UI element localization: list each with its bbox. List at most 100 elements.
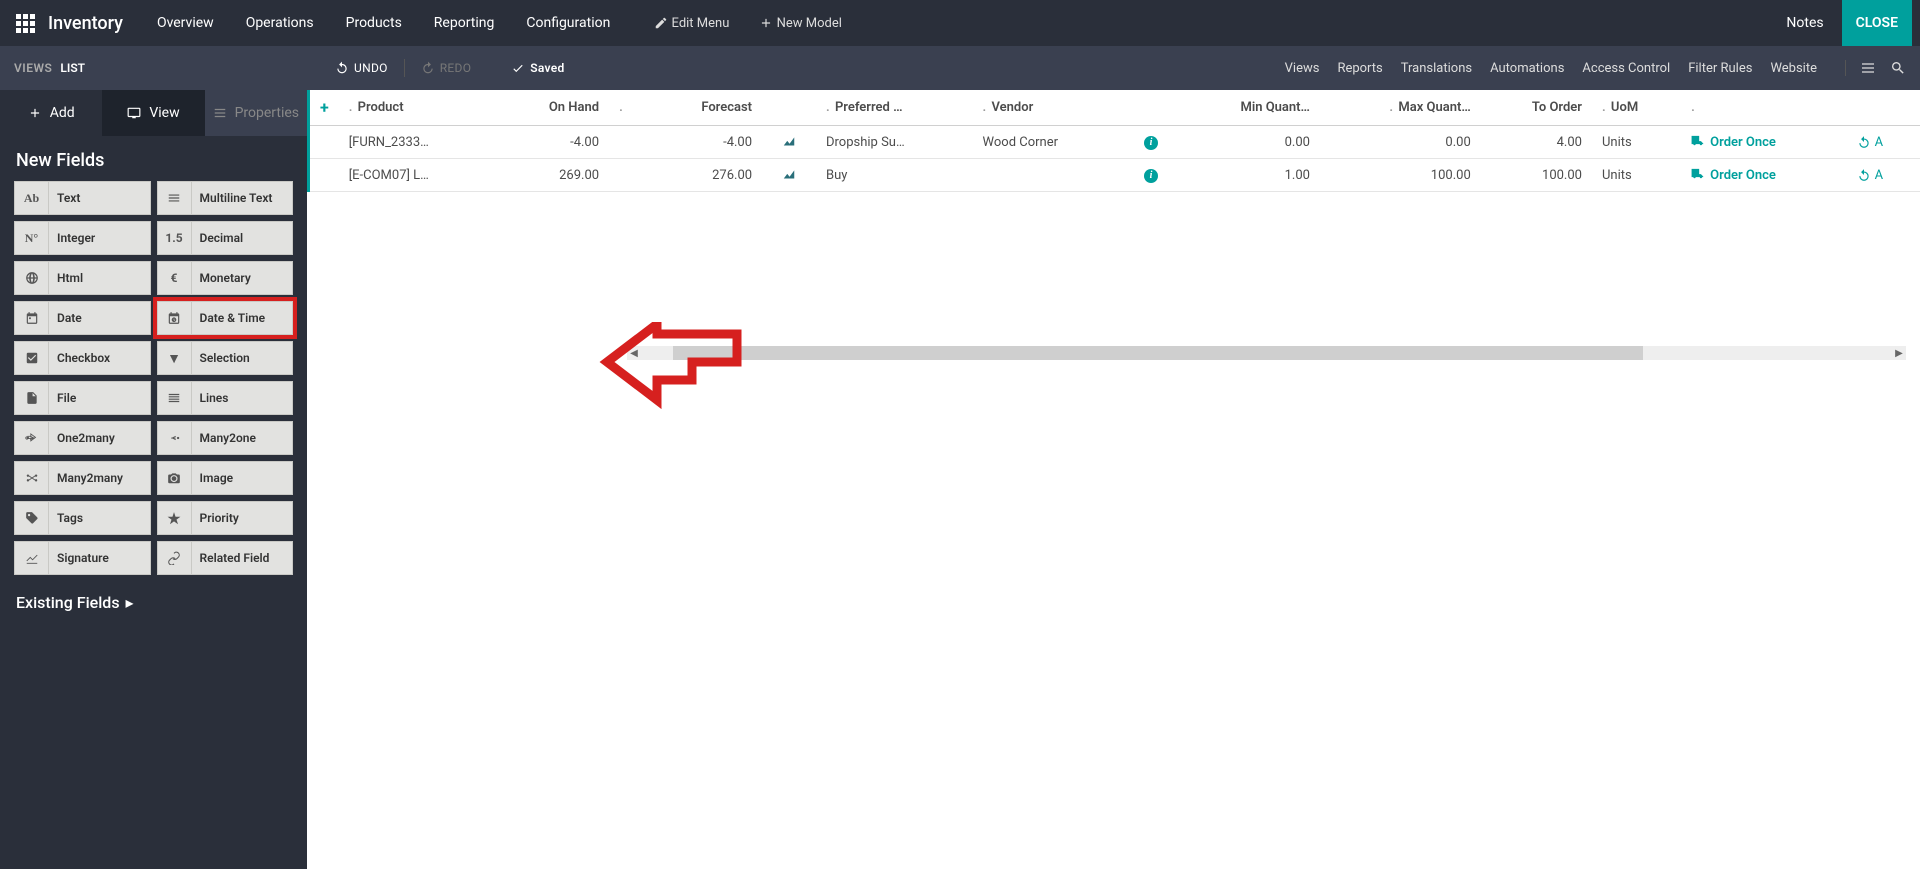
tab-filter-rules[interactable]: Filter Rules	[1688, 61, 1752, 76]
col-forecast[interactable]: Forecast	[650, 90, 762, 126]
notes-button[interactable]: Notes	[1768, 0, 1841, 46]
close-button[interactable]: CLOSE	[1842, 0, 1912, 46]
cell-onhand[interactable]: 269.00	[498, 159, 609, 192]
field-type-date-time[interactable]: Date & Time	[157, 301, 294, 335]
redo-button[interactable]: REDO	[411, 55, 482, 81]
field-type-selection[interactable]: ▼Selection	[157, 341, 294, 375]
cell-uom[interactable]: Units	[1592, 159, 1681, 192]
table-row[interactable]: [FURN_2333…-4.00-4.00Dropship Su…Wood Co…	[309, 126, 1920, 159]
tab-views[interactable]: Views	[1285, 61, 1320, 76]
field-type-many2many[interactable]: Many2many	[14, 461, 151, 495]
cell-max[interactable]: 0.00	[1320, 126, 1481, 159]
horizontal-scrollbar[interactable]: ◀ ▶	[627, 346, 1906, 360]
cell-forecast[interactable]: 276.00	[650, 159, 762, 192]
field-type-html[interactable]: Html	[14, 261, 151, 295]
order-once-button[interactable]: Order Once	[1691, 134, 1776, 150]
col-spacer2[interactable]	[762, 90, 816, 126]
cell-product[interactable]: [FURN_2333…	[339, 126, 498, 159]
tab-automations[interactable]: Automations	[1490, 61, 1564, 76]
field-type-related-field[interactable]: Related Field	[157, 541, 294, 575]
new-model-button[interactable]: New Model	[749, 8, 852, 39]
cell-vendor[interactable]: Wood Corner	[973, 126, 1124, 159]
forecast-chart-icon[interactable]	[782, 168, 796, 183]
existing-fields-toggle[interactable]: Existing Fields▸	[0, 575, 307, 630]
refresh-icon[interactable]: A	[1857, 135, 1883, 150]
forecast-chart-icon[interactable]	[782, 135, 796, 150]
cell-vendor[interactable]	[973, 159, 1124, 192]
col-maxqty[interactable]: . Max Quant…	[1320, 90, 1481, 126]
menu-overview[interactable]: Overview	[143, 5, 228, 41]
cell-product[interactable]: [E-COM07] L…	[339, 159, 498, 192]
scrollbar-thumb[interactable]	[673, 346, 1643, 360]
field-type-signature[interactable]: Signature	[14, 541, 151, 575]
field-type-lines[interactable]: Lines	[157, 381, 294, 415]
tab-access-control[interactable]: Access Control	[1582, 61, 1670, 76]
col-spacer1[interactable]: .	[609, 90, 650, 126]
col-onhand[interactable]: On Hand	[498, 90, 609, 126]
edit-menu-button[interactable]: Edit Menu	[644, 8, 739, 39]
refresh-icon[interactable]: A	[1857, 168, 1883, 183]
cell-onhand[interactable]: -4.00	[498, 126, 609, 159]
field-type-icon	[15, 382, 49, 414]
scroll-right-icon[interactable]: ▶	[1892, 346, 1906, 360]
field-type-multiline-text[interactable]: Multiline Text	[157, 181, 294, 215]
field-type-date[interactable]: Date	[14, 301, 151, 335]
col-product[interactable]: . Product	[339, 90, 498, 126]
cell-route[interactable]: Dropship Su…	[816, 126, 973, 159]
field-type-label: Signature	[49, 551, 117, 565]
menu-operations[interactable]: Operations	[232, 5, 328, 41]
views-breadcrumb[interactable]: VIEWS	[14, 61, 52, 75]
pencil-icon	[654, 16, 668, 30]
tab-add[interactable]: Add	[0, 90, 102, 136]
col-toorder[interactable]: To Order	[1481, 90, 1592, 126]
field-type-integer[interactable]: N°Integer	[14, 221, 151, 255]
cell-forecast[interactable]: -4.00	[650, 126, 762, 159]
search-icon[interactable]	[1890, 60, 1906, 76]
cell-min[interactable]: 1.00	[1178, 159, 1320, 192]
list-view-icon[interactable]	[1860, 60, 1876, 76]
field-type-label: One2many	[49, 431, 123, 445]
field-type-one2many[interactable]: One2many	[14, 421, 151, 455]
cell-max[interactable]: 100.00	[1320, 159, 1481, 192]
field-type-many2one[interactable]: Many2one	[157, 421, 294, 455]
add-column-button[interactable]: +	[309, 90, 339, 126]
menu-products[interactable]: Products	[332, 5, 416, 41]
field-type-priority[interactable]: Priority	[157, 501, 294, 535]
col-spacer3[interactable]	[1124, 90, 1178, 126]
field-type-file[interactable]: File	[14, 381, 151, 415]
cell-route[interactable]: Buy	[816, 159, 973, 192]
info-icon[interactable]: i	[1144, 169, 1158, 183]
col-vendor[interactable]: . Vendor	[973, 90, 1124, 126]
tab-translations[interactable]: Translations	[1401, 61, 1472, 76]
tab-properties[interactable]: Properties	[205, 90, 307, 136]
apps-menu-icon[interactable]	[8, 6, 42, 40]
cell-toorder[interactable]: 100.00	[1481, 159, 1592, 192]
field-type-label: Related Field	[192, 551, 278, 565]
field-type-decimal[interactable]: 1.5Decimal	[157, 221, 294, 255]
menu-reporting[interactable]: Reporting	[420, 5, 509, 41]
col-route[interactable]: . Preferred …	[816, 90, 973, 126]
col-minqty[interactable]: Min Quant…	[1178, 90, 1320, 126]
undo-button[interactable]: UNDO	[325, 55, 398, 81]
info-icon[interactable]: i	[1144, 136, 1158, 150]
tab-website[interactable]: Website	[1770, 61, 1817, 76]
col-refresh[interactable]	[1847, 90, 1920, 126]
tab-view[interactable]: View	[102, 90, 204, 136]
cell-toorder[interactable]: 4.00	[1481, 126, 1592, 159]
order-once-button[interactable]: Order Once	[1691, 167, 1776, 183]
col-uom[interactable]: . UoM	[1592, 90, 1681, 126]
cell-uom[interactable]: Units	[1592, 126, 1681, 159]
field-type-text[interactable]: AbText	[14, 181, 151, 215]
scroll-left-icon[interactable]: ◀	[627, 346, 641, 360]
field-type-monetary[interactable]: €Monetary	[157, 261, 294, 295]
cell-min[interactable]: 0.00	[1178, 126, 1320, 159]
menu-configuration[interactable]: Configuration	[512, 5, 624, 41]
tab-reports[interactable]: Reports	[1337, 61, 1382, 76]
col-action[interactable]: .	[1681, 90, 1847, 126]
field-type-tags[interactable]: Tags	[14, 501, 151, 535]
field-type-image[interactable]: Image	[157, 461, 294, 495]
table-row[interactable]: [E-COM07] L…269.00276.00Buyi1.00100.0010…	[309, 159, 1920, 192]
truck-icon	[1691, 167, 1705, 183]
list-icon	[213, 106, 227, 120]
field-type-checkbox[interactable]: Checkbox	[14, 341, 151, 375]
